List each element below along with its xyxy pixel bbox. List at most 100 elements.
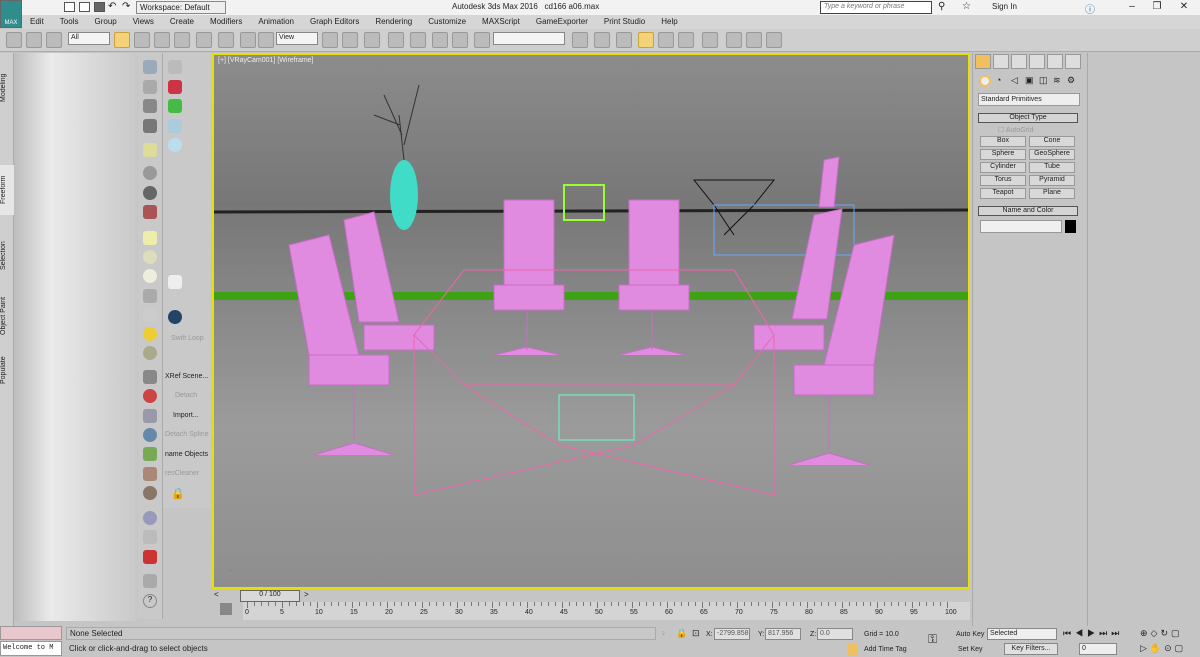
animal-icon[interactable] [143, 467, 157, 481]
scene-explorer-icon[interactable] [616, 32, 632, 48]
menu-help[interactable]: Help [653, 15, 685, 29]
select-scale-icon[interactable] [240, 32, 256, 48]
named-selection-dropdown[interactable] [493, 32, 565, 45]
mirror-icon[interactable] [572, 32, 588, 48]
minimize-button[interactable]: – [1122, 1, 1142, 12]
maxscript-listener-output[interactable]: Welcome to M [0, 641, 62, 656]
plant-icon[interactable] [143, 447, 157, 461]
box-icon[interactable] [143, 530, 157, 544]
lamp-icon[interactable] [168, 119, 182, 133]
current-frame-field[interactable]: 0 [1079, 643, 1117, 655]
maxscript-mini-listener[interactable] [0, 626, 62, 640]
category-dropdown[interactable]: Standard Primitives [978, 93, 1080, 106]
cone-button[interactable]: Cone [1029, 136, 1075, 147]
list-icon[interactable] [143, 99, 157, 113]
menu-gameexporter[interactable]: GameExporter [528, 15, 596, 29]
unlink-icon[interactable] [26, 32, 42, 48]
systems-icon[interactable]: ⚙ [1067, 75, 1075, 86]
select-object-icon[interactable] [114, 32, 130, 48]
render-icon[interactable] [143, 80, 157, 94]
rendered-frame-window-icon[interactable] [746, 32, 762, 48]
pivot-center-icon[interactable] [322, 32, 338, 48]
material-icon[interactable] [168, 80, 182, 94]
teapot-icon[interactable] [143, 60, 157, 74]
curve-editor-icon[interactable] [658, 32, 674, 48]
viewport-navigation-icons-2[interactable]: ▷✋⊙▢ [1140, 643, 1186, 654]
camera-icon[interactable] [143, 166, 157, 180]
menu-customize[interactable]: Customize [420, 15, 474, 29]
sphere-button[interactable]: Sphere [980, 149, 1026, 160]
helper-icon[interactable] [143, 205, 157, 219]
disc-icon[interactable] [143, 346, 157, 360]
box-outline-icon[interactable] [168, 60, 182, 74]
sign-in-button[interactable]: Sign In [992, 2, 1017, 11]
set-key-icon[interactable]: ⚿ [928, 632, 937, 647]
omni-icon[interactable] [143, 269, 157, 283]
tab-freeform[interactable]: Freeform [0, 165, 14, 215]
space-warps-icon[interactable]: ≋ [1053, 75, 1061, 86]
pyramid-button[interactable]: Pyramid [1029, 175, 1075, 186]
manipulate-icon[interactable] [342, 32, 358, 48]
qr-icon[interactable] [168, 310, 182, 324]
rescleaner-button[interactable]: resCleaner [165, 470, 199, 477]
tab-modeling[interactable]: Modeling [0, 63, 14, 113]
teapot-button[interactable]: Teapot [980, 188, 1026, 199]
autogrid-checkbox[interactable]: ☐ AutoGrid [998, 126, 1033, 134]
mini-curve-editor-icon[interactable] [220, 603, 232, 615]
box-button[interactable]: Box [980, 136, 1026, 147]
edit-named-selection-icon[interactable] [474, 32, 490, 48]
reference-coordinate-dropdown[interactable]: View [276, 32, 318, 45]
detach-button[interactable]: Detach [175, 392, 197, 399]
tab-selection[interactable]: Selection [0, 231, 14, 281]
tree-icon[interactable] [143, 409, 157, 423]
percent-snap-icon[interactable] [432, 32, 448, 48]
scale-icon[interactable] [258, 32, 274, 48]
select-rotate-icon[interactable] [218, 32, 234, 48]
plane-button[interactable]: Plane [1029, 188, 1075, 199]
keyboard-shortcut-override-icon[interactable] [364, 32, 380, 48]
link-icon[interactable] [6, 32, 22, 48]
texture-icon[interactable] [143, 486, 157, 500]
geosphere-button[interactable]: GeoSphere [1029, 149, 1075, 160]
plane-icon[interactable] [143, 231, 157, 245]
sphere-icon[interactable] [143, 186, 157, 200]
menu-modifiers[interactable]: Modifiers [202, 15, 250, 29]
key-mode-dropdown[interactable]: Selected [987, 628, 1057, 640]
import-button[interactable]: Import... [173, 412, 199, 419]
auto-key-button[interactable]: Auto Key [956, 631, 984, 638]
undo-icon[interactable]: ↶ [108, 1, 116, 12]
selection-lock-icon[interactable]: 🔒 [676, 628, 687, 639]
menu-print-studio[interactable]: Print Studio [596, 15, 653, 29]
save-icon[interactable] [94, 2, 105, 12]
cone-icon[interactable] [143, 308, 157, 322]
spinner-snap-icon[interactable] [452, 32, 468, 48]
binoculars-icon[interactable]: ⚲ [938, 1, 945, 12]
menu-group[interactable]: Group [86, 15, 124, 29]
menu-graph-editors[interactable]: Graph Editors [302, 15, 367, 29]
menu-animation[interactable]: Animation [250, 15, 302, 29]
rename-objects-button[interactable]: name Objects [165, 451, 208, 458]
help-circle-icon[interactable]: ? [143, 594, 157, 608]
select-move-icon[interactable] [196, 32, 212, 48]
close-button[interactable]: ✕ [1174, 1, 1194, 12]
motion-tab-icon[interactable] [1029, 54, 1045, 69]
sun-icon[interactable] [143, 327, 157, 341]
cylinder-button[interactable]: Cylinder [980, 162, 1026, 173]
bind-space-warp-icon[interactable] [46, 32, 62, 48]
xref-icon[interactable] [143, 370, 157, 384]
y-coordinate-field[interactable]: 817.956 [765, 628, 801, 640]
light-icon[interactable] [143, 143, 157, 157]
isolate-icon[interactable]: ♀ [660, 628, 667, 638]
rectangular-selection-icon[interactable] [154, 32, 170, 48]
time-slider[interactable]: 0 / 100 [240, 590, 300, 602]
render-setup-icon[interactable] [726, 32, 742, 48]
menu-tools[interactable]: Tools [52, 15, 87, 29]
crown-icon[interactable] [143, 289, 157, 303]
object-name-input[interactable] [980, 220, 1062, 233]
layer-explorer-icon[interactable] [638, 32, 654, 48]
create-tab-icon[interactable] [975, 54, 991, 69]
menu-views[interactable]: Views [125, 15, 162, 29]
cameras-icon[interactable]: ▣ [1025, 75, 1034, 86]
material-editor-icon[interactable] [702, 32, 718, 48]
set-key-button[interactable]: Set Key [958, 646, 983, 653]
